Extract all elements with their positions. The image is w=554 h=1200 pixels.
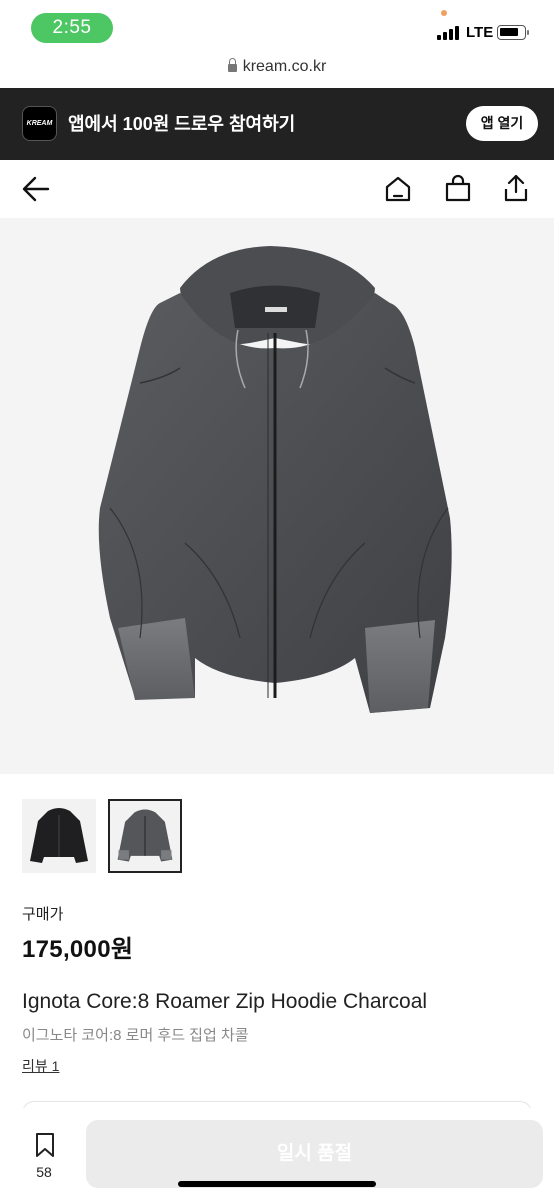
price-label: 구매가 (22, 906, 64, 923)
bookmark-count: 58 (36, 1164, 52, 1180)
status-bar: 2:55 LTE (0, 0, 554, 52)
product-main-image[interactable] (0, 218, 554, 774)
status-time: 2:55 (31, 13, 113, 43)
hoodie-image (98, 246, 452, 713)
cell-signal-icon (437, 26, 463, 40)
bookmark-button[interactable]: 58 (28, 1132, 60, 1182)
product-name-ko: 이그노타 코어:8 로머 후드 집업 차콜 (22, 1027, 249, 1044)
thumbnail-charcoal-hoodie[interactable] (108, 799, 182, 873)
privacy-indicator-icon (441, 10, 447, 16)
open-app-button[interactable]: 앱 열기 (466, 106, 538, 141)
top-navigation (0, 160, 554, 218)
banner-text: 앱에서 100원 드로우 참여하기 (68, 114, 296, 134)
share-icon[interactable] (501, 172, 531, 204)
sold-out-button[interactable]: 일시 품절 (86, 1120, 543, 1188)
thumbnail-black-hoodie[interactable] (22, 799, 96, 873)
kream-logo: KREAM (22, 106, 57, 141)
browser-url-bar[interactable]: kream.co.kr (0, 52, 554, 88)
app-install-banner[interactable]: KREAM 앱에서 100원 드로우 참여하기 앱 열기 (0, 88, 554, 160)
product-price: 175,000원 (22, 936, 134, 963)
home-icon[interactable] (383, 174, 413, 204)
shopping-bag-icon[interactable] (443, 174, 473, 204)
back-arrow-icon[interactable] (20, 174, 52, 204)
home-indicator (178, 1181, 376, 1187)
review-link[interactable]: 리뷰 1 (22, 1056, 59, 1076)
url-text: kream.co.kr (242, 58, 327, 75)
battery-icon (497, 25, 529, 40)
lock-icon (227, 58, 237, 72)
bookmark-icon (36, 1133, 54, 1157)
product-name-en: Ignota Core:8 Roamer Zip Hoodie Charcoal (22, 990, 428, 1013)
network-type: LTE (466, 24, 494, 41)
